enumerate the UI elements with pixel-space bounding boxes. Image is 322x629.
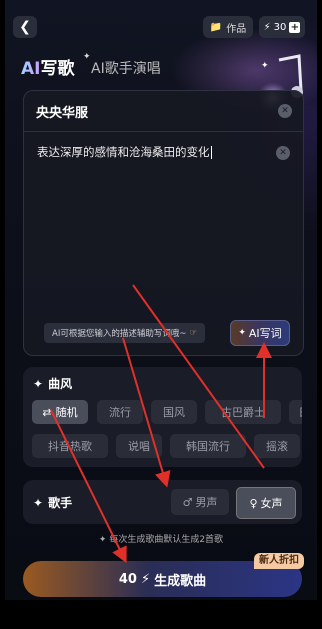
tab-ai-write-label: 写歌 bbox=[40, 59, 75, 79]
sparkle-icon: ✦ bbox=[98, 535, 110, 545]
clear-title-icon[interactable]: ✕ bbox=[278, 104, 292, 118]
app-screen: ❮ 📁 作品 ⚡ 30 + AI写歌 ✦ AI歌手演唱 ✦ 央央华服 ✕ 表达深… bbox=[5, 0, 317, 600]
style-chip[interactable]: 说唱 bbox=[116, 434, 162, 458]
tab-ai-singer[interactable]: AI歌手演唱 bbox=[91, 58, 161, 78]
folder-icon: 📁 bbox=[209, 21, 223, 33]
style-title: 曲风 bbox=[48, 377, 73, 391]
works-label: 作品 bbox=[226, 23, 247, 35]
sparkle-icon: ✦ bbox=[33, 376, 44, 391]
female-voice-button[interactable]: ♀ 女声 bbox=[236, 487, 296, 519]
singer-title: 歌手 bbox=[48, 496, 73, 510]
generate-label: 生成歌曲 bbox=[154, 573, 207, 589]
shuffle-icon: ⇄ bbox=[42, 405, 52, 419]
chip-label: 随机 bbox=[55, 406, 78, 419]
lyrics-card: 央央华服 ✕ 表达深厚的感情和沧海桑田的变化 ✕ AI可根据您输入的描述辅助写词… bbox=[23, 90, 304, 356]
lyrics-prompt-input[interactable]: 表达深厚的感情和沧海桑田的变化 bbox=[37, 144, 212, 160]
works-button[interactable]: 📁 作品 bbox=[203, 16, 253, 38]
text-caret bbox=[210, 146, 212, 159]
male-label: 男声 bbox=[195, 496, 218, 509]
style-chip[interactable]: 韩国流行 bbox=[170, 434, 246, 458]
clear-prompt-icon[interactable]: ✕ bbox=[276, 146, 290, 160]
male-voice-button[interactable]: ♂ 男声 bbox=[171, 489, 229, 515]
new-user-discount-badge: 新人折扣 bbox=[254, 553, 304, 569]
style-chip[interactable]: 古巴爵士 bbox=[205, 400, 281, 424]
magic-wand-icon: ✦ bbox=[238, 328, 246, 338]
generation-note: ✦ 每次生成歌曲默认生成2首歌 bbox=[5, 532, 317, 545]
lightning-icon: ⚡ bbox=[140, 571, 151, 587]
ai-write-label: AI写词 bbox=[248, 327, 282, 340]
note-text: 每次生成歌曲默认生成2首歌 bbox=[109, 535, 224, 545]
hint-text: AI可根据您输入的描述辅助写词哦~ bbox=[52, 329, 187, 339]
svg-text:✦: ✦ bbox=[261, 61, 269, 71]
plus-icon: + bbox=[289, 21, 301, 33]
cost-value: 40 bbox=[118, 571, 137, 587]
tab-ai-write-song[interactable]: AI写歌 bbox=[21, 54, 74, 79]
song-title-input[interactable]: 央央华服 bbox=[36, 102, 88, 121]
lightning-icon: ⚡ bbox=[263, 21, 271, 33]
style-chip[interactable]: 日 bbox=[289, 400, 302, 424]
lyrics-prompt-text: 表达深厚的感情和沧海桑田的变化 bbox=[37, 145, 210, 159]
singer-section-title: ✦ 歌手 bbox=[33, 494, 72, 511]
ai-write-lyrics-button[interactable]: ✦ AI写词 bbox=[230, 320, 290, 346]
male-icon: ♂ bbox=[182, 495, 193, 509]
title-row: 央央华服 ✕ bbox=[24, 91, 303, 132]
credits-count: 30 bbox=[273, 21, 287, 33]
sparkle-icon: ✦ bbox=[83, 52, 91, 62]
tab-ai-prefix: AI bbox=[21, 59, 41, 79]
style-chip[interactable]: 流行 bbox=[97, 400, 143, 424]
style-chip[interactable]: 国风 bbox=[151, 400, 197, 424]
credits-button[interactable]: ⚡ 30 + bbox=[259, 16, 305, 38]
chevron-left-icon: ❮ bbox=[19, 19, 31, 35]
ai-hint-tooltip: AI可根据您输入的描述辅助写词哦~ ☞ bbox=[44, 323, 206, 343]
style-panel: ✦ 曲风 ⇄ 随机 流行 国风 古巴爵士 日 抖音热歌 说唱 韩国流行 摇滚 t bbox=[23, 367, 302, 467]
style-chip[interactable]: 摇滚 bbox=[254, 434, 300, 458]
back-button[interactable]: ❮ bbox=[13, 16, 37, 38]
singer-panel: ✦ 歌手 ♂ 男声 ♀ 女声 bbox=[23, 480, 302, 524]
sparkle-icon: ✦ bbox=[33, 495, 44, 510]
style-chip[interactable]: 抖音热歌 bbox=[32, 434, 108, 458]
female-label: 女声 bbox=[260, 497, 283, 510]
style-chip-random[interactable]: ⇄ 随机 bbox=[32, 400, 88, 424]
female-icon: ♀ bbox=[249, 496, 258, 510]
pointing-hand-icon: ☞ bbox=[189, 328, 198, 338]
style-section-title: ✦ 曲风 bbox=[33, 375, 72, 392]
